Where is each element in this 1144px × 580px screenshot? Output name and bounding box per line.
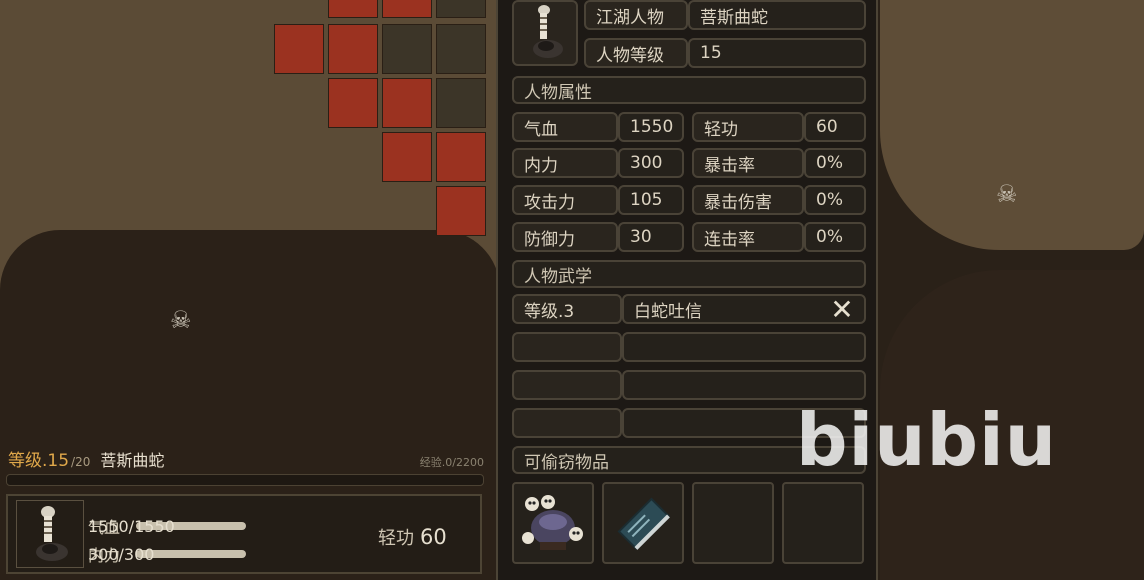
attr-value-box: 30: [618, 222, 684, 252]
character-info-panel: 江湖人物 菩斯曲蛇 人物等级 15 人物属性 气血 1550 轻功 60 内力 …: [496, 0, 878, 580]
skeleton-bones-icon: ☠: [996, 180, 1018, 208]
attr-defense-value: 30: [630, 227, 652, 247]
attr-label-box: 攻击力: [512, 185, 618, 215]
attr-label-box: 连击率: [692, 222, 804, 252]
martial-skill-name: 白蛇吐信: [634, 301, 702, 322]
martial-level-box[interactable]: 等级.3: [512, 294, 622, 324]
sand-ground-right: [880, 0, 1144, 250]
attr-hp-label: 气血: [524, 119, 558, 140]
identity-value-box: 菩斯曲蛇: [688, 0, 866, 30]
martial-level-box[interactable]: [512, 408, 622, 438]
identity-label-box: 江湖人物: [584, 0, 688, 30]
attr-speed-value: 60: [816, 117, 838, 137]
character-name: 菩斯曲蛇: [700, 7, 768, 28]
hud-level-max: /20: [71, 455, 91, 469]
hud-speed-label: 轻功: [378, 528, 414, 549]
attr-label-box: 暴击率: [692, 148, 804, 178]
loot-slot-empty[interactable]: [692, 482, 774, 564]
attr-crit-damage-value: 0%: [816, 190, 843, 210]
loot-slot-empty[interactable]: [782, 482, 864, 564]
grid-tile[interactable]: [436, 24, 486, 74]
hud-hp-value: 1550/1550: [88, 516, 175, 536]
attr-label-box: 内力: [512, 148, 618, 178]
martial-skill-slot[interactable]: [622, 370, 866, 400]
hud-status-panel: 气血 1550/1550 内力 300/300 轻功 60: [6, 494, 482, 574]
martial-skill-slot[interactable]: [622, 332, 866, 362]
martial-section-header: 人物武学: [512, 260, 866, 288]
watermark: biubiu: [796, 398, 1057, 482]
grid-tile[interactable]: [382, 24, 432, 74]
attr-crit-rate-label: 暴击率: [704, 155, 755, 176]
attr-hp-value: 1550: [630, 117, 674, 137]
loot-slot[interactable]: [602, 482, 684, 564]
attr-mp-value: 300: [630, 153, 663, 173]
attr-attack-label: 攻击力: [524, 192, 575, 213]
attr-value-box: 300: [618, 148, 684, 178]
attr-value-box: 105: [618, 185, 684, 215]
martial-level-box[interactable]: [512, 370, 622, 400]
hud-mp-value: 300/300: [88, 544, 155, 564]
attr-crit-damage-label: 暴击伤害: [704, 192, 772, 213]
attack-range-tile[interactable]: [382, 132, 432, 182]
attack-range-tile[interactable]: [274, 24, 324, 74]
loot-title: 可偷窃物品: [524, 452, 609, 473]
attr-value-box: 0%: [804, 185, 866, 215]
snake-portrait-icon: [512, 0, 578, 66]
attr-value-box: 1550: [618, 112, 684, 142]
char-level-label: 人物等级: [596, 45, 664, 66]
martial-title: 人物武学: [524, 266, 592, 287]
char-level-value-box: 15: [688, 38, 866, 68]
hud-speed: 轻功 60: [378, 524, 447, 550]
hud-hp-row: 气血 1550/1550: [88, 514, 256, 538]
attr-label-box: 防御力: [512, 222, 618, 252]
attr-defense-label: 防御力: [524, 229, 575, 250]
attr-label-box: 轻功: [692, 112, 804, 142]
attributes-section-header: 人物属性: [512, 76, 866, 104]
attack-range-tile[interactable]: [328, 0, 378, 18]
attr-label-box: 暴击伤害: [692, 185, 804, 215]
attr-combo-rate-value: 0%: [816, 227, 843, 247]
attributes-title: 人物属性: [524, 82, 592, 103]
hud-experience: 经验.0/2200: [419, 456, 484, 469]
attr-mp-label: 内力: [524, 155, 558, 176]
close-icon[interactable]: ✕: [828, 296, 856, 324]
attr-value-box: 60: [804, 112, 866, 142]
hud-speed-value: 60: [420, 525, 447, 549]
skull-pot-item-icon: [522, 495, 583, 550]
attack-range-tile[interactable]: [328, 78, 378, 128]
attack-range-tile[interactable]: [382, 0, 432, 18]
identity-label: 江湖人物: [596, 7, 664, 28]
attr-speed-label: 轻功: [704, 119, 738, 140]
grid-tile[interactable]: [436, 0, 486, 18]
experience-bar: [6, 474, 484, 486]
attr-label-box: 气血: [512, 112, 618, 142]
char-level-value: 15: [700, 43, 722, 63]
snake-portrait-icon: [16, 500, 84, 568]
loot-slot[interactable]: [512, 482, 594, 564]
hud-mp-row: 内力 300/300: [88, 542, 256, 566]
attr-attack-value: 105: [630, 190, 663, 210]
book-item-icon: [617, 497, 670, 550]
hud-level: 等级.15: [8, 451, 70, 471]
attr-value-box: 0%: [804, 148, 866, 178]
attack-range-tile[interactable]: [436, 186, 486, 236]
hud-character-name: 菩斯曲蛇: [100, 451, 165, 470]
char-level-label-box: 人物等级: [584, 38, 688, 68]
grid-tile[interactable]: [436, 78, 486, 128]
attack-range-tile[interactable]: [328, 24, 378, 74]
attack-range-tile[interactable]: [382, 78, 432, 128]
martial-level-box[interactable]: [512, 332, 622, 362]
hud-level-row: 等级.15 /20 菩斯曲蛇 经验.0/2200: [8, 446, 484, 471]
attr-combo-rate-label: 连击率: [704, 229, 755, 250]
attr-crit-rate-value: 0%: [816, 153, 843, 173]
martial-level: 等级.3: [524, 301, 575, 322]
attr-value-box: 0%: [804, 222, 866, 252]
skeleton-bones-icon: ☠: [170, 306, 192, 334]
attack-range-tile[interactable]: [436, 132, 486, 182]
